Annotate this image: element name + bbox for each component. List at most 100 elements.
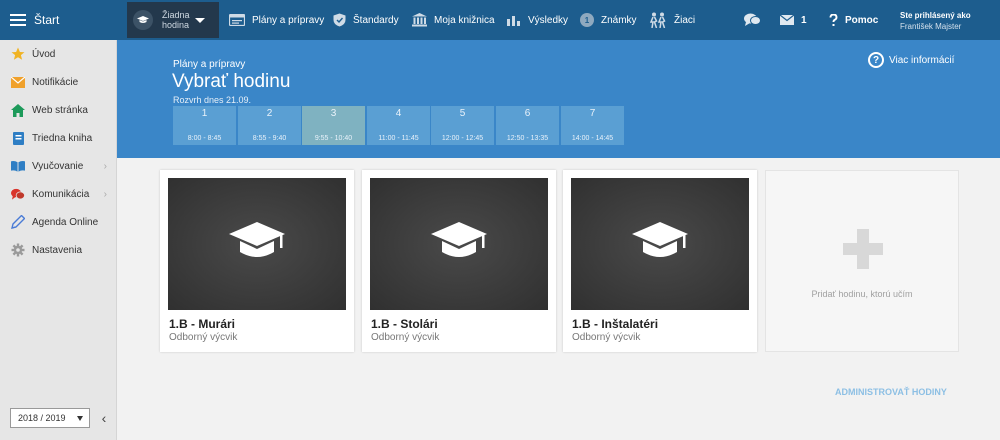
period-time: 12:00 - 12:45: [441, 135, 484, 142]
add-lesson-card[interactable]: Pridať hodinu, ktorú učím: [765, 170, 959, 352]
nav-standards-label: Štandardy: [353, 14, 399, 26]
card-subtitle: Odborný výcvik: [572, 332, 641, 343]
sidebar: Úvod Notifikácie Web stránka Triedna kni…: [0, 40, 117, 440]
period-time: 9:55 - 10:40: [314, 135, 353, 142]
card-image: [168, 178, 346, 310]
period-number: 7: [589, 108, 596, 119]
chevron-right-icon: ›: [103, 160, 107, 172]
envelope-icon: [11, 75, 25, 89]
period-6[interactable]: 6 12:50 - 13:35: [496, 106, 559, 145]
sidebar-item-website[interactable]: Web stránka: [0, 96, 116, 124]
more-info-link[interactable]: ? Viac informácií: [868, 52, 954, 68]
period-5[interactable]: 5 12:00 - 12:45: [431, 106, 494, 145]
sidebar-item-label: Notifikácie: [32, 76, 79, 88]
lesson-card[interactable]: 1.B - Stolári Odborný výcvik: [362, 170, 556, 352]
period-number: 6: [524, 108, 531, 119]
manage-lessons-link[interactable]: ADMINISTROVAŤ HODINY: [835, 387, 947, 397]
period-7[interactable]: 7 14:00 - 14:45: [561, 106, 624, 145]
breadcrumb[interactable]: Plány a prípravy: [173, 59, 245, 70]
chevron-right-icon: ›: [103, 188, 107, 200]
card-image: [571, 178, 749, 310]
hamburger-icon: [10, 14, 26, 26]
sidebar-item-class-book[interactable]: Triedna kniha: [0, 124, 116, 152]
help-circle-icon: ?: [868, 52, 884, 68]
lesson-selector[interactable]: Žiadna hodina: [127, 2, 219, 38]
nav-plans[interactable]: Plány a prípravy: [229, 0, 324, 40]
period-1[interactable]: 1 8:00 - 8:45: [173, 106, 236, 145]
lesson-line-1: Žiadna: [162, 10, 190, 20]
card-subtitle: Odborný výcvik: [169, 332, 238, 343]
sidebar-item-notifications[interactable]: Notifikácie: [0, 68, 116, 96]
sidebar-item-teaching[interactable]: Vyučovanie ›: [0, 152, 116, 180]
card-title: 1.B - Inštalatéri: [572, 317, 659, 331]
lesson-card[interactable]: 1.B - Murári Odborný výcvik: [160, 170, 354, 352]
period-time: 8:00 - 8:45: [187, 135, 222, 142]
star-icon: [11, 47, 25, 61]
period-number: 5: [459, 108, 466, 119]
nav-students-label: Žiaci: [674, 14, 696, 26]
envelope-icon: [780, 15, 794, 25]
period-time: 11:00 - 11:45: [378, 135, 419, 142]
card-title: 1.B - Murári: [169, 317, 236, 331]
period-number: 1: [201, 108, 208, 119]
sidebar-item-home[interactable]: Úvod: [0, 40, 116, 68]
user-login-label: Ste prihlásený ako: [900, 11, 971, 20]
sidebar-item-label: Web stránka: [32, 104, 88, 116]
more-info-label: Viac informácií: [889, 54, 955, 66]
start-menu-button[interactable]: Štart: [0, 0, 117, 40]
nav-students[interactable]: Žiaci: [649, 0, 695, 40]
graduation-cap-icon: [227, 218, 287, 271]
lesson-cards-area: 1.B - Murári Odborný výcvik 1.B - Stolár…: [117, 158, 1000, 440]
students-icon: [649, 12, 667, 28]
library-icon: [412, 13, 427, 27]
period-time: 8:55 - 9:40: [252, 135, 287, 142]
shield-icon: [333, 13, 346, 27]
caret-down-icon: [194, 17, 205, 23]
chat-button[interactable]: [744, 0, 768, 40]
sidebar-item-agenda-online[interactable]: Agenda Online: [0, 208, 116, 236]
gear-icon: [11, 243, 25, 257]
lesson-selector-text: Žiadna hodina: [162, 10, 190, 30]
bar-chart-icon: [507, 14, 521, 26]
sidebar-item-label: Nastavenia: [32, 244, 83, 256]
period-number: 3: [330, 108, 337, 119]
graduation-cap-icon: [429, 218, 489, 271]
collapse-sidebar-button[interactable]: ‹: [97, 408, 111, 428]
graduation-cap-icon: [630, 218, 690, 271]
nav-plans-label: Plány a prípravy: [252, 14, 325, 26]
period-number: 2: [266, 108, 273, 119]
nav-grades-label: Známky: [601, 14, 637, 26]
nav-standards[interactable]: Štandardy: [333, 0, 399, 40]
school-year-select[interactable]: 2018 / 2019: [10, 408, 90, 428]
period-4[interactable]: 4 11:00 - 11:45: [367, 106, 430, 145]
lesson-card[interactable]: 1.B - Inštalatéri Odborný výcvik: [563, 170, 757, 352]
card-subtitle: Odborný výcvik: [371, 332, 440, 343]
messages-button[interactable]: 1: [780, 0, 807, 40]
svg-text:1: 1: [585, 16, 590, 25]
sidebar-item-label: Komunikácia: [32, 188, 90, 200]
nav-grades[interactable]: 1 Známky: [580, 0, 637, 40]
nav-library[interactable]: Moja knižnica: [412, 0, 495, 40]
nav-results[interactable]: Výsledky: [507, 0, 568, 40]
start-label: Štart: [34, 13, 60, 27]
sidebar-item-label: Vyučovanie: [32, 160, 84, 172]
class-book-icon: [11, 131, 25, 145]
page-title: Vybrať hodinu: [172, 71, 291, 92]
user-name: František Majster: [900, 22, 962, 31]
sidebar-item-settings[interactable]: Nastavenia: [0, 236, 116, 264]
question-mark-icon: [829, 13, 838, 27]
pen-icon: [11, 215, 25, 229]
help-label: Pomoc: [845, 14, 879, 26]
period-3[interactable]: 3 9:55 - 10:40: [302, 106, 365, 145]
help-button[interactable]: Pomoc: [829, 0, 878, 40]
user-info[interactable]: Ste prihlásený ako František Majster: [900, 10, 971, 32]
sidebar-item-communication[interactable]: Komunikácia ›: [0, 180, 116, 208]
period-2[interactable]: 2 8:55 - 9:40: [238, 106, 301, 145]
sidebar-item-label: Úvod: [32, 48, 56, 60]
open-book-icon: [11, 159, 25, 173]
add-lesson-label: Pridať hodinu, ktorú učím: [811, 289, 913, 299]
card-image: [370, 178, 548, 310]
caret-down-icon: [77, 416, 83, 421]
schedule-label: Rozvrh dnes 21.09.: [173, 95, 252, 105]
page-header: Plány a prípravy Vybrať hodinu Rozvrh dn…: [117, 40, 1000, 158]
